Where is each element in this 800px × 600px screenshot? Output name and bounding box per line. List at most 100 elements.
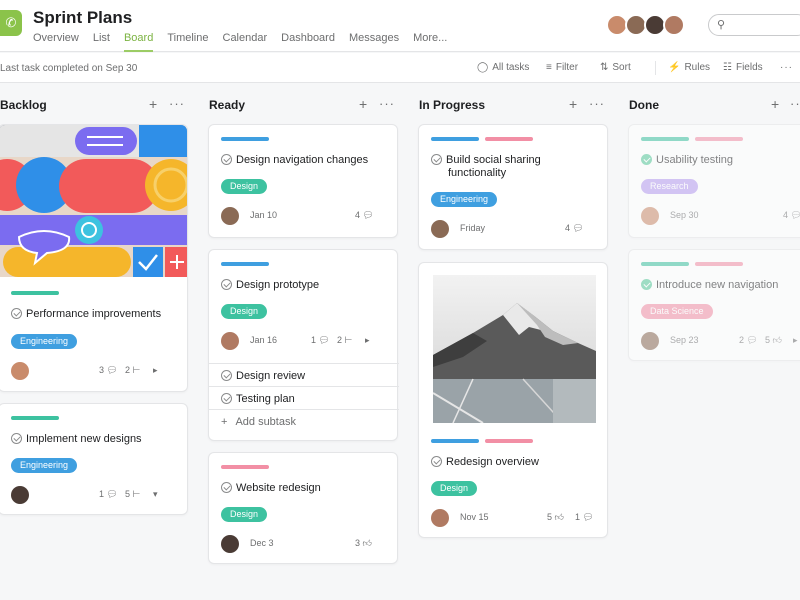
due-date[interactable]: Nov 15 [460, 512, 489, 522]
more-options-icon[interactable]: ··· [780, 62, 793, 73]
tab-overview[interactable]: Overview [33, 32, 79, 52]
comment-icon: 💬︎ [106, 489, 118, 499]
check-icon[interactable] [431, 456, 442, 467]
due-date[interactable]: Sep 30 [670, 210, 699, 220]
check-icon[interactable] [641, 279, 652, 290]
tag-design[interactable]: Design [221, 507, 268, 522]
tag-data-science[interactable]: Data Science [641, 304, 713, 319]
mountain-photo-image [433, 275, 596, 423]
rules-button[interactable]: ⚡ Rules [668, 62, 710, 73]
add-task-icon[interactable]: + [771, 96, 779, 112]
task-card-navigation[interactable]: Design navigation changes Design Jan 10 … [208, 124, 398, 238]
due-date[interactable]: Dec 3 [250, 538, 274, 548]
tag-research[interactable]: Research [641, 179, 698, 194]
column-menu-icon[interactable]: ··· [589, 96, 605, 111]
avatar[interactable] [663, 14, 685, 36]
check-icon[interactable] [431, 154, 442, 165]
filter-button[interactable]: ≡ Filter [546, 62, 578, 73]
tab-dashboard[interactable]: Dashboard [281, 32, 335, 52]
subtask-row[interactable]: Design review [209, 363, 399, 385]
filter-icon: ≡ [546, 62, 552, 73]
view-tabs: Overview List Board Timeline Calendar Da… [33, 32, 461, 52]
subtask-row[interactable]: Testing plan [209, 386, 399, 408]
tag-design[interactable]: Design [221, 179, 268, 194]
comment-count: 3 💬︎ [99, 365, 118, 375]
column-menu-icon[interactable]: ··· [169, 96, 185, 111]
task-card-website[interactable]: Website redesign Design Dec 3 3 👍︎ [208, 452, 398, 564]
assignee-avatar[interactable] [221, 535, 239, 553]
expand-arrow-icon[interactable]: ▸ [153, 365, 158, 376]
task-title: Design navigation changes [221, 154, 368, 167]
comment-icon: 💬︎ [106, 365, 118, 375]
tab-timeline[interactable]: Timeline [167, 32, 208, 52]
all-tasks-button[interactable]: ◯ All tasks [477, 62, 529, 73]
column-menu-icon[interactable]: ·· [790, 96, 800, 111]
check-icon[interactable] [221, 370, 232, 381]
phone-icon[interactable]: ✆ [0, 10, 22, 36]
expand-arrow-icon[interactable]: ▸ [365, 335, 370, 346]
assignee-avatar[interactable] [431, 220, 449, 238]
add-task-icon[interactable]: + [149, 96, 157, 112]
tag-engineering[interactable]: Engineering [431, 192, 498, 207]
tag-engineering[interactable]: Engineering [11, 458, 78, 473]
divider [655, 61, 656, 75]
expand-arrow-icon[interactable]: ▾ [153, 489, 158, 500]
check-icon[interactable] [221, 154, 232, 165]
fields-button[interactable]: ☷ Fields [723, 62, 763, 73]
task-card-intro-navigation[interactable]: Introduce new navigation Data Science Se… [628, 249, 800, 361]
check-icon[interactable] [11, 433, 22, 444]
tab-list[interactable]: List [93, 32, 110, 52]
stripe-teal [11, 416, 59, 420]
due-date[interactable]: Sep 23 [670, 335, 699, 345]
tag-design[interactable]: Design [431, 481, 478, 496]
comment-icon: 💬︎ [318, 335, 330, 345]
tag-design[interactable]: Design [221, 304, 268, 319]
task-title-line-2: functionality [448, 167, 507, 179]
add-subtask-button[interactable]: + Add subtask [209, 409, 399, 431]
subtask-icon: ⊢ [132, 489, 141, 499]
add-task-icon[interactable]: + [359, 96, 367, 112]
tab-messages[interactable]: Messages [349, 32, 399, 52]
due-date[interactable]: Jan 16 [250, 335, 277, 345]
column-title-backlog: Backlog [0, 98, 47, 112]
tab-board[interactable]: Board [123, 32, 154, 52]
check-icon[interactable] [11, 308, 22, 319]
thumbs-up-icon: 👍︎ [362, 538, 372, 548]
task-card-implement[interactable]: Implement new designs Engineering 1 💬︎ 5… [0, 403, 188, 515]
fields-icon: ☷ [723, 62, 732, 73]
expand-arrow-icon[interactable]: ▸ [793, 335, 798, 346]
due-date[interactable]: Friday [460, 223, 485, 233]
add-task-icon[interactable]: + [569, 96, 577, 112]
tab-calendar[interactable]: Calendar [223, 32, 268, 52]
check-icon[interactable] [221, 482, 232, 493]
search-input[interactable]: ⚲ [708, 14, 800, 36]
like-count: 3 👍︎ [355, 538, 372, 548]
assignee-avatar[interactable] [11, 486, 29, 504]
check-icon[interactable] [221, 279, 232, 290]
member-avatars[interactable] [606, 14, 685, 36]
sort-button[interactable]: ⇅ Sort [600, 62, 631, 73]
task-card-prototype[interactable]: Design prototype Design Jan 16 1 💬︎ 2 ⊢ … [208, 249, 399, 441]
abstract-art-image [0, 125, 187, 277]
assignee-avatar[interactable] [221, 332, 239, 350]
task-card-social-sharing[interactable]: Build social sharing functionality Engin… [418, 124, 608, 250]
check-icon[interactable] [221, 393, 232, 404]
assignee-avatar[interactable] [641, 332, 659, 350]
assignee-avatar[interactable] [221, 207, 239, 225]
check-icon[interactable] [641, 154, 652, 165]
task-card-performance[interactable]: Performance improvements Engineering 3 💬… [0, 124, 188, 392]
tab-more[interactable]: More... [413, 32, 447, 52]
mountain-image [433, 275, 596, 423]
column-title-ready: Ready [209, 98, 246, 112]
tag-engineering[interactable]: Engineering [11, 334, 78, 349]
subtask-count: 5 ⊢ [125, 489, 141, 499]
column-menu-icon[interactable]: ··· [379, 96, 395, 111]
task-card-redesign-overview[interactable]: Redesign overview Design Nov 15 5 👍︎ 1 💬… [418, 262, 608, 538]
assignee-avatar[interactable] [431, 509, 449, 527]
assignee-avatar[interactable] [11, 362, 29, 380]
assignee-avatar[interactable] [641, 207, 659, 225]
stripe-pink [695, 262, 743, 266]
column-title-in-progress: In Progress [419, 98, 486, 112]
task-card-usability[interactable]: Usability testing Research Sep 30 4 💬︎ [628, 124, 800, 238]
due-date[interactable]: Jan 10 [250, 210, 277, 220]
